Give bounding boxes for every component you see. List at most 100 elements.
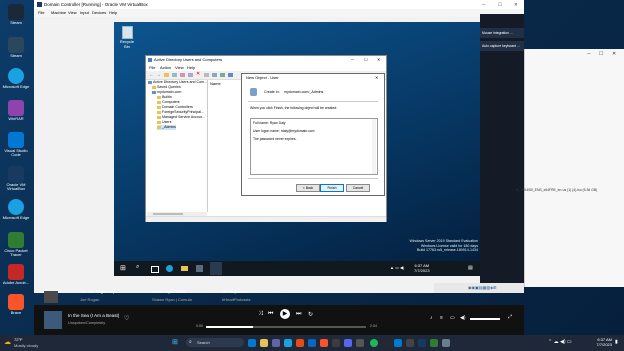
notification-bell-icon[interactable]: ▮ <box>615 339 618 345</box>
taskbar-app-icon-5[interactable] <box>406 339 414 347</box>
desktop-icon-vscode[interactable]: Visual Studio Code <box>1 132 31 158</box>
taskbar-packet-tracer-icon[interactable] <box>430 339 438 347</box>
taskbar-discord-icon[interactable] <box>344 339 352 347</box>
recycle-bin[interactable]: Recycle Bin <box>117 26 137 49</box>
aduc-taskbar-button[interactable] <box>210 262 222 275</box>
like-heart-icon[interactable]: ♡ <box>124 315 129 322</box>
summary-textbox[interactable]: Full name: Ryan Daly User logon name: rd… <box>250 118 378 175</box>
weather-desc[interactable]: Mostly cloudy <box>14 343 38 348</box>
lyrics-icon[interactable]: ♪ <box>430 315 433 321</box>
server-manager-icon[interactable] <box>196 265 203 272</box>
menu-input[interactable]: Input <box>80 9 89 17</box>
windows-start-icon[interactable]: ⊞ <box>172 338 178 346</box>
fullscreen-icon[interactable]: ⤢ <box>508 314 512 320</box>
list-header-name[interactable]: Name <box>210 81 221 86</box>
host-search-box[interactable]: ⌕ Search <box>186 338 244 347</box>
now-playing-title[interactable]: In the Sea (I Am a Beast) <box>68 313 119 318</box>
taskbar-file-explorer-icon[interactable] <box>260 339 268 347</box>
task-view-icon[interactable] <box>151 266 159 273</box>
cancel-button[interactable]: Cancel <box>346 184 370 192</box>
show-tree-icon[interactable] <box>172 73 177 77</box>
minimize-icon[interactable]: ─ <box>482 0 485 9</box>
mouse-integration-row[interactable]: Mouse integration ... <box>480 28 524 38</box>
taskbar-app-icon-3[interactable] <box>332 339 340 347</box>
summary-scrollbar[interactable] <box>372 119 376 174</box>
menu-file[interactable]: File <box>38 9 44 17</box>
aduc-maximize-icon[interactable]: ☐ <box>364 56 368 64</box>
track-title-3[interactable]: Off Purpose w <box>222 289 247 294</box>
previous-icon[interactable]: ⏮ <box>268 311 273 318</box>
now-playing-artist[interactable]: Unspoken/Completely <box>68 321 105 325</box>
aduc-close-icon[interactable]: ✕ <box>377 56 380 64</box>
maximize-icon[interactable]: ☐ <box>498 0 502 9</box>
taskbar-brave-icon[interactable] <box>320 339 328 347</box>
taskbar-teams-icon[interactable] <box>272 339 280 347</box>
desktop-icon-packet-tracer[interactable]: Cisco Packet Tracer <box>1 232 31 258</box>
next-icon[interactable]: ⏭ <box>296 311 301 318</box>
status-icons[interactable]: ◉◉▣▤▦▧◈⊞ <box>468 285 497 290</box>
taskbar-spotify-icon[interactable] <box>370 339 378 347</box>
repeat-icon[interactable]: ↻ <box>308 311 313 318</box>
system-tray-icons[interactable]: ⌃ ☁ ◀) ▭ <box>548 339 572 345</box>
win2-minimize-icon[interactable]: ─ <box>587 51 591 57</box>
weather-icon[interactable]: ☁ <box>4 338 11 346</box>
desktop-icon-winrar[interactable]: WinRAR <box>1 100 31 121</box>
forward-arrow-icon[interactable]: → <box>156 72 161 78</box>
progress-bar[interactable] <box>206 326 366 328</box>
finish-button[interactable]: Finish <box>320 184 344 192</box>
desktop-icon-edge-2[interactable]: Microsoft Edge <box>1 199 31 220</box>
file-explorer-icon[interactable] <box>181 266 188 271</box>
taskbar-github-icon[interactable] <box>382 339 390 347</box>
desktop-icon-adobe[interactable]: Adobe Acrob... <box>1 264 31 285</box>
desktop-icon-steam-2[interactable]: Steam <box>1 37 31 58</box>
weather-temp[interactable]: 72°F <box>14 337 23 342</box>
taskbar-app-icon-4[interactable] <box>356 339 364 347</box>
new-user-icon[interactable] <box>228 73 233 77</box>
aduc-minimize-icon[interactable]: ─ <box>351 56 354 64</box>
guest-tray-icons[interactable]: ▲ ▭ ◀) <box>390 265 404 270</box>
taskbar-app-icon-2[interactable] <box>308 339 316 347</box>
export-icon[interactable] <box>212 73 217 77</box>
taskbar-vscode-icon[interactable] <box>394 339 402 347</box>
folder-up-icon[interactable] <box>164 73 169 77</box>
track-title-2[interactable]: Shawn Ryan Show <box>152 289 186 294</box>
help-icon[interactable] <box>220 73 225 77</box>
menu-machine[interactable]: Machine <box>51 9 66 17</box>
delete-icon[interactable]: ✕ <box>196 71 200 77</box>
dialog-close-icon[interactable]: ✕ <box>375 74 378 82</box>
devices-icon[interactable]: ▭ <box>450 315 455 321</box>
desktop-icon-steam[interactable]: Steam <box>1 4 31 25</box>
aduc-menu-file[interactable]: File <box>149 64 155 71</box>
track-title-1[interactable]: The Joe Rogan Expe... <box>80 289 121 294</box>
desktop-icon-brave[interactable]: Brave <box>1 294 31 315</box>
back-arrow-icon[interactable]: ← <box>149 72 154 78</box>
taskbar-edge-icon[interactable] <box>284 339 292 347</box>
ie-icon[interactable] <box>166 265 173 272</box>
taskbar-app-icon-6[interactable] <box>442 339 450 347</box>
refresh-icon[interactable] <box>204 73 209 77</box>
desktop-icon-edge[interactable]: Microsoft Edge <box>1 68 31 89</box>
taskbar-app-icon-1[interactable] <box>248 339 256 347</box>
taskbar-virtualbox-icon[interactable] <box>418 339 426 347</box>
properties-icon[interactable] <box>188 73 193 77</box>
windows-start-icon[interactable]: ⊞ <box>120 264 126 272</box>
queue-icon[interactable]: ≡ <box>440 315 443 321</box>
volume-icon[interactable]: ◀) <box>460 315 466 321</box>
podcast-cover-1[interactable] <box>44 291 58 303</box>
auto-capture-row[interactable]: Auto capture keyboard ... <box>480 41 524 51</box>
volume-slider[interactable] <box>470 318 500 320</box>
win2-maximize-icon[interactable]: ☐ <box>599 51 603 57</box>
guest-search-icon[interactable]: ⌕ <box>136 264 139 271</box>
taskbar-chrome-icon[interactable] <box>296 339 304 347</box>
close-icon[interactable]: ✕ <box>514 0 518 9</box>
guest-clock[interactable]: 6:37 AM 7/7/2023 <box>414 263 430 273</box>
aduc-menu-action[interactable]: Action <box>160 64 171 71</box>
shuffle-icon[interactable]: ⤨ <box>258 311 263 318</box>
guest-screen[interactable]: Recycle Bin Active Directory Users and C… <box>114 22 480 276</box>
back-button[interactable]: < Back <box>296 184 320 192</box>
menu-view[interactable]: View <box>68 9 77 17</box>
notification-icon[interactable]: ▤ <box>468 265 473 271</box>
aduc-menu-help[interactable]: Help <box>187 64 195 71</box>
copy-icon[interactable] <box>180 73 185 77</box>
menu-help[interactable]: Help <box>109 9 117 17</box>
